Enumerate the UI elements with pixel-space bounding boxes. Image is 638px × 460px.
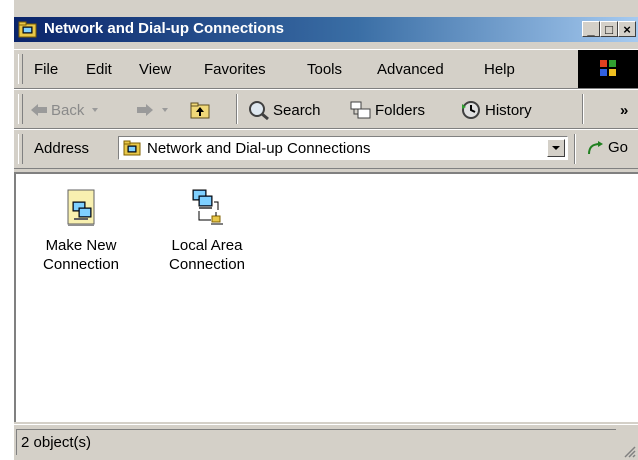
address-bar: Address Network and Dial-up Connections …	[14, 129, 638, 169]
menu-view[interactable]: View	[139, 61, 171, 78]
address-field[interactable]: Network and Dial-up Connections	[118, 136, 568, 160]
go-button[interactable]: Go	[586, 139, 628, 156]
folder-network-icon	[18, 21, 37, 38]
file-view[interactable]: Make New Connection Local Area Connectio…	[14, 172, 638, 422]
menu-favorites[interactable]: Favorites	[204, 61, 266, 78]
menu-help[interactable]: Help	[484, 61, 515, 78]
search-button[interactable]: Search	[248, 99, 321, 121]
minimize-button[interactable]: _	[582, 21, 600, 37]
address-grip[interactable]	[18, 134, 23, 164]
menu-bar: File Edit View Favorites Tools Advanced …	[14, 49, 638, 89]
make-new-connection-icon	[67, 189, 95, 226]
item-label: Local Area Connection	[169, 237, 245, 273]
status-text: 2 object(s)	[16, 429, 616, 455]
windows-flag-icon	[600, 60, 616, 76]
folders-button[interactable]: Folders	[350, 99, 425, 121]
up-folder-button[interactable]	[190, 99, 210, 121]
go-arrow-icon	[588, 140, 603, 154]
address-value: Network and Dial-up Connections	[147, 140, 371, 157]
desktop-edge	[0, 0, 14, 459]
address-dropdown-button[interactable]	[547, 139, 565, 157]
folder-network-icon	[123, 140, 141, 156]
title-bar[interactable]: Network and Dial-up Connections _ □ ×	[14, 17, 638, 42]
up-folder-icon	[190, 102, 210, 119]
address-separator	[574, 134, 576, 164]
search-icon	[249, 101, 269, 120]
status-bar: 2 object(s)	[14, 424, 638, 460]
back-button[interactable]: Back	[30, 99, 100, 121]
windows-logo	[578, 50, 638, 88]
resize-grip-icon[interactable]	[622, 444, 636, 458]
chevron-down-icon	[92, 108, 99, 112]
forward-button[interactable]	[136, 99, 170, 121]
standard-toolbar: Back Search Folders History »	[14, 89, 638, 129]
toolbar-grip[interactable]	[18, 94, 23, 124]
item-label: Make New Connection	[43, 237, 119, 273]
back-arrow-icon	[31, 104, 47, 116]
local-area-connection-item[interactable]: Local Area Connection	[152, 188, 262, 274]
history-button[interactable]: History	[460, 99, 532, 121]
maximize-button[interactable]: □	[600, 21, 618, 37]
chevron-down-icon	[162, 108, 168, 112]
close-button[interactable]: ×	[618, 21, 636, 37]
folders-icon	[350, 101, 371, 119]
menu-edit[interactable]: Edit	[86, 61, 112, 78]
window-title: Network and Dial-up Connections	[44, 20, 285, 37]
local-area-connection-icon	[192, 189, 223, 225]
menu-tools[interactable]: Tools	[307, 61, 342, 78]
address-label: Address	[34, 140, 90, 157]
menu-advanced[interactable]: Advanced	[377, 61, 444, 78]
forward-arrow-icon	[137, 104, 153, 116]
history-icon	[462, 101, 480, 119]
make-new-connection-item[interactable]: Make New Connection	[26, 188, 136, 274]
toolbar-separator	[582, 94, 584, 124]
menu-file[interactable]: File	[34, 61, 58, 78]
toolbar-overflow-button[interactable]: »	[620, 99, 628, 121]
toolbar-separator	[236, 94, 238, 124]
menu-grip[interactable]	[18, 54, 23, 84]
